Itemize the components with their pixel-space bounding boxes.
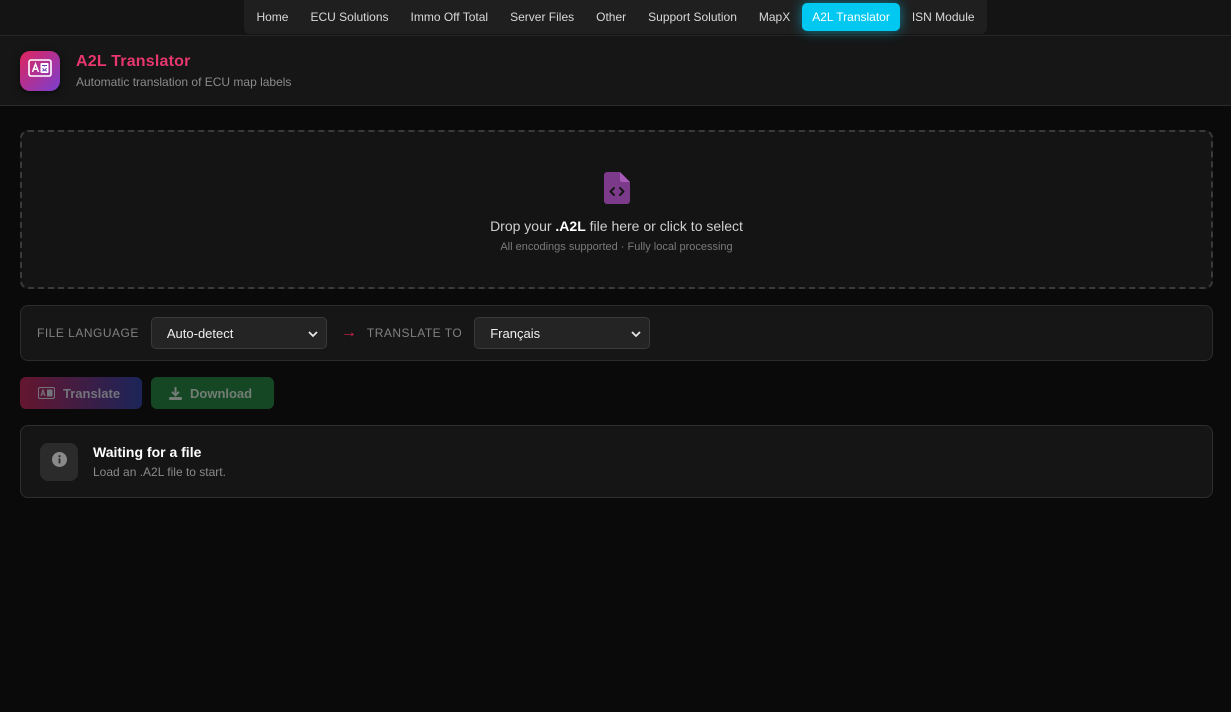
nav-item-other[interactable]: Other <box>586 3 636 31</box>
chevron-down-icon <box>631 326 641 341</box>
translate-icon <box>28 59 52 82</box>
source-language-label: FILE LANGUAGE <box>37 326 139 340</box>
page-header: A2L Translator Automatic translation of … <box>0 36 1231 106</box>
status-icon-box <box>40 442 78 481</box>
nav-item-home[interactable]: Home <box>246 3 298 31</box>
source-language-select[interactable]: Auto-detect <box>150 317 327 349</box>
download-icon <box>169 386 182 400</box>
action-buttons: Translate Download <box>20 377 1213 409</box>
chevron-down-icon <box>308 326 318 341</box>
status-subtitle: Load an .A2L file to start. <box>93 465 226 479</box>
download-button[interactable]: Download <box>151 377 274 409</box>
page-title: A2L Translator <box>76 52 191 70</box>
nav-item-isn-module[interactable]: ISN Module <box>902 3 985 31</box>
status-panel: Waiting for a file Load an .A2L file to … <box>20 425 1213 498</box>
arrow-right-icon: → <box>340 324 357 341</box>
page-subtitle: Automatic translation of ECU map labels <box>76 74 292 89</box>
file-code-icon <box>603 172 630 204</box>
dropzone-subtext: All encodings supported · Fully local pr… <box>500 241 733 253</box>
nav-menu: Home ECU Solutions Immo Off Total Server… <box>244 0 987 34</box>
nav-item-immo-off-total[interactable]: Immo Off Total <box>401 3 499 31</box>
target-language-label: TRANSLATE TO <box>366 326 463 340</box>
target-language-select[interactable]: Français <box>474 317 651 349</box>
translate-button-label: Translate <box>63 385 121 401</box>
status-title: Waiting for a file <box>93 444 202 460</box>
info-icon <box>51 451 67 472</box>
nav-item-ecu-solutions[interactable]: ECU Solutions <box>300 3 398 31</box>
target-language-value: Français <box>490 325 541 341</box>
nav-item-a2l-translator[interactable]: A2L Translator <box>802 3 900 31</box>
translate-icon <box>38 387 55 399</box>
language-selection-bar: FILE LANGUAGE Auto-detect → TRANSLATE TO… <box>20 305 1213 361</box>
nav-item-server-files[interactable]: Server Files <box>500 3 584 31</box>
dropzone-text: Drop your .A2L file here or click to sel… <box>490 218 743 234</box>
download-button-label: Download <box>190 385 253 401</box>
file-dropzone[interactable]: Drop your .A2L file here or click to sel… <box>20 130 1213 289</box>
nav-item-mapx[interactable]: MapX <box>749 3 800 31</box>
top-navigation-bar: Home ECU Solutions Immo Off Total Server… <box>0 0 1231 36</box>
source-language-value: Auto-detect <box>166 325 234 341</box>
translate-button[interactable]: Translate <box>20 377 142 409</box>
app-logo <box>20 50 60 91</box>
nav-item-support-solution[interactable]: Support Solution <box>638 3 747 31</box>
